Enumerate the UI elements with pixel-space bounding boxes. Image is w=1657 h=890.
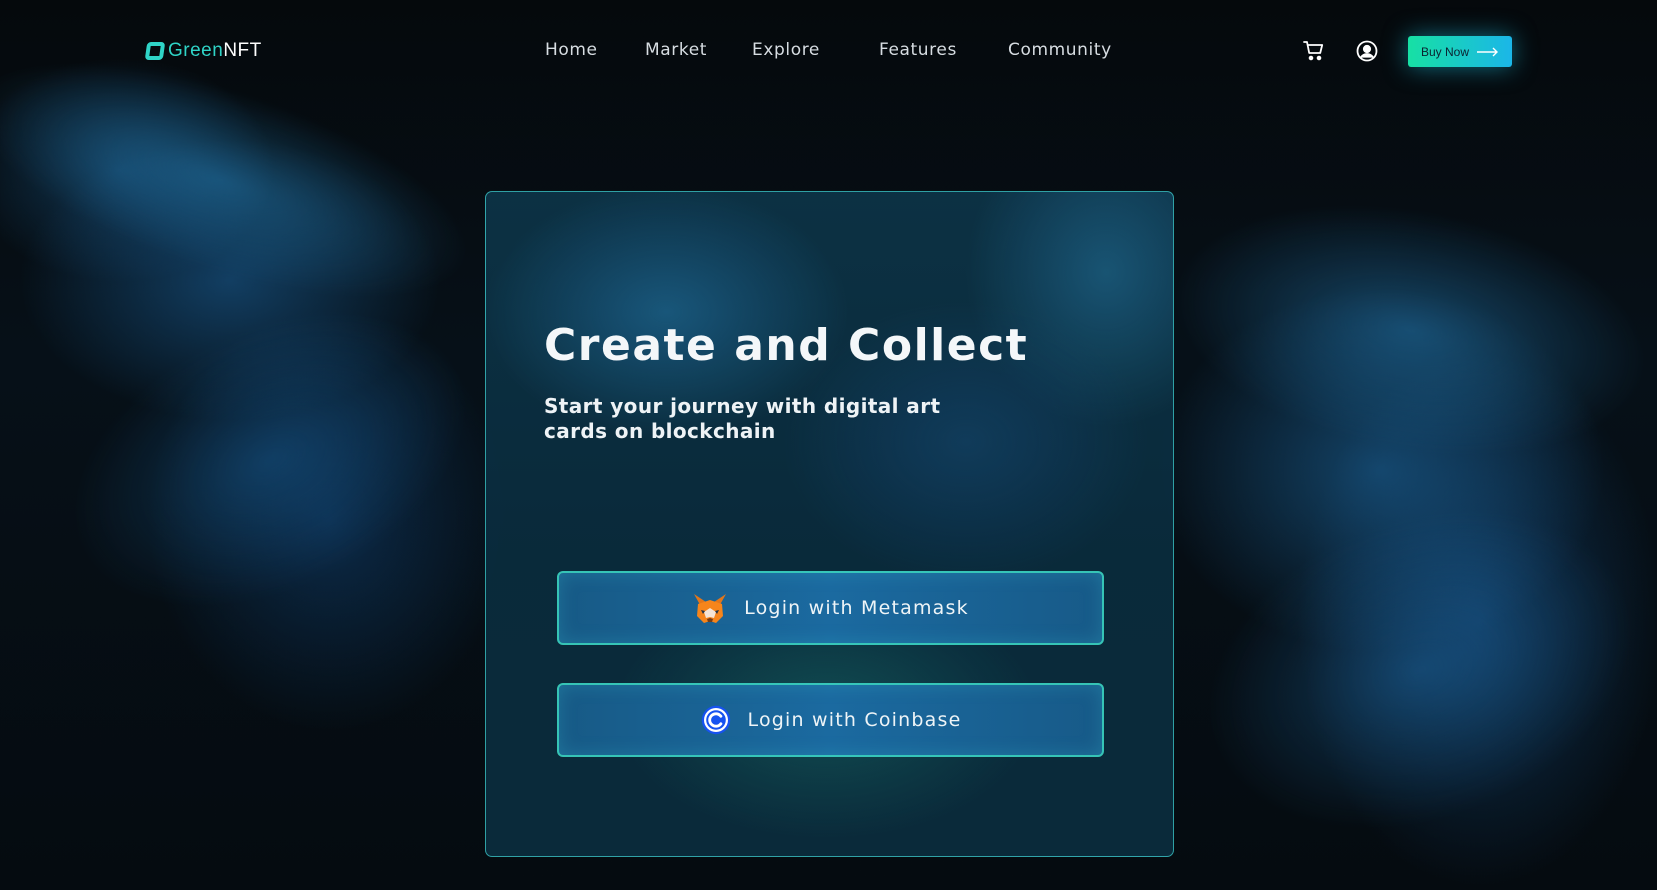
logo-icon [144, 42, 166, 60]
coinbase-icon [701, 705, 730, 735]
arrow-right-icon [1477, 47, 1499, 56]
hero-subtitle: Start your journey with digital art card… [544, 394, 941, 443]
brand-logo[interactable]: Green NFT [144, 40, 262, 62]
fox-icon [694, 594, 727, 623]
site-header: Green NFT Home Market Explore Features Co… [0, 0, 1657, 104]
login-coinbase-button[interactable]: Login with Coinbase [557, 683, 1104, 757]
login-metamask-button[interactable]: Login with Metamask [557, 571, 1104, 645]
brand-name-part1: Green [168, 40, 224, 61]
login-coinbase-label: Login with Coinbase [747, 709, 962, 731]
user-circle-icon[interactable] [1355, 39, 1379, 63]
cart-icon[interactable] [1302, 39, 1326, 63]
buy-now-label: Buy Now [1420, 44, 1470, 59]
nav-explore[interactable]: Explore [752, 40, 820, 60]
nav-features[interactable]: Features [879, 40, 957, 60]
buy-now-button[interactable]: Buy Now [1408, 36, 1512, 67]
brand-name-part2: NFT [223, 40, 262, 61]
background-swirl [24, 253, 516, 667]
nav-market[interactable]: Market [645, 40, 707, 60]
hero-title: Create and Collect [544, 320, 1029, 371]
nav-home[interactable]: Home [545, 40, 598, 60]
nav-community[interactable]: Community [1008, 40, 1112, 60]
login-metamask-label: Login with Metamask [744, 597, 969, 619]
background-swirl [1161, 453, 1657, 887]
background-swirl [1152, 170, 1657, 490]
login-card: Create and Collect Start your journey wi… [485, 191, 1174, 857]
